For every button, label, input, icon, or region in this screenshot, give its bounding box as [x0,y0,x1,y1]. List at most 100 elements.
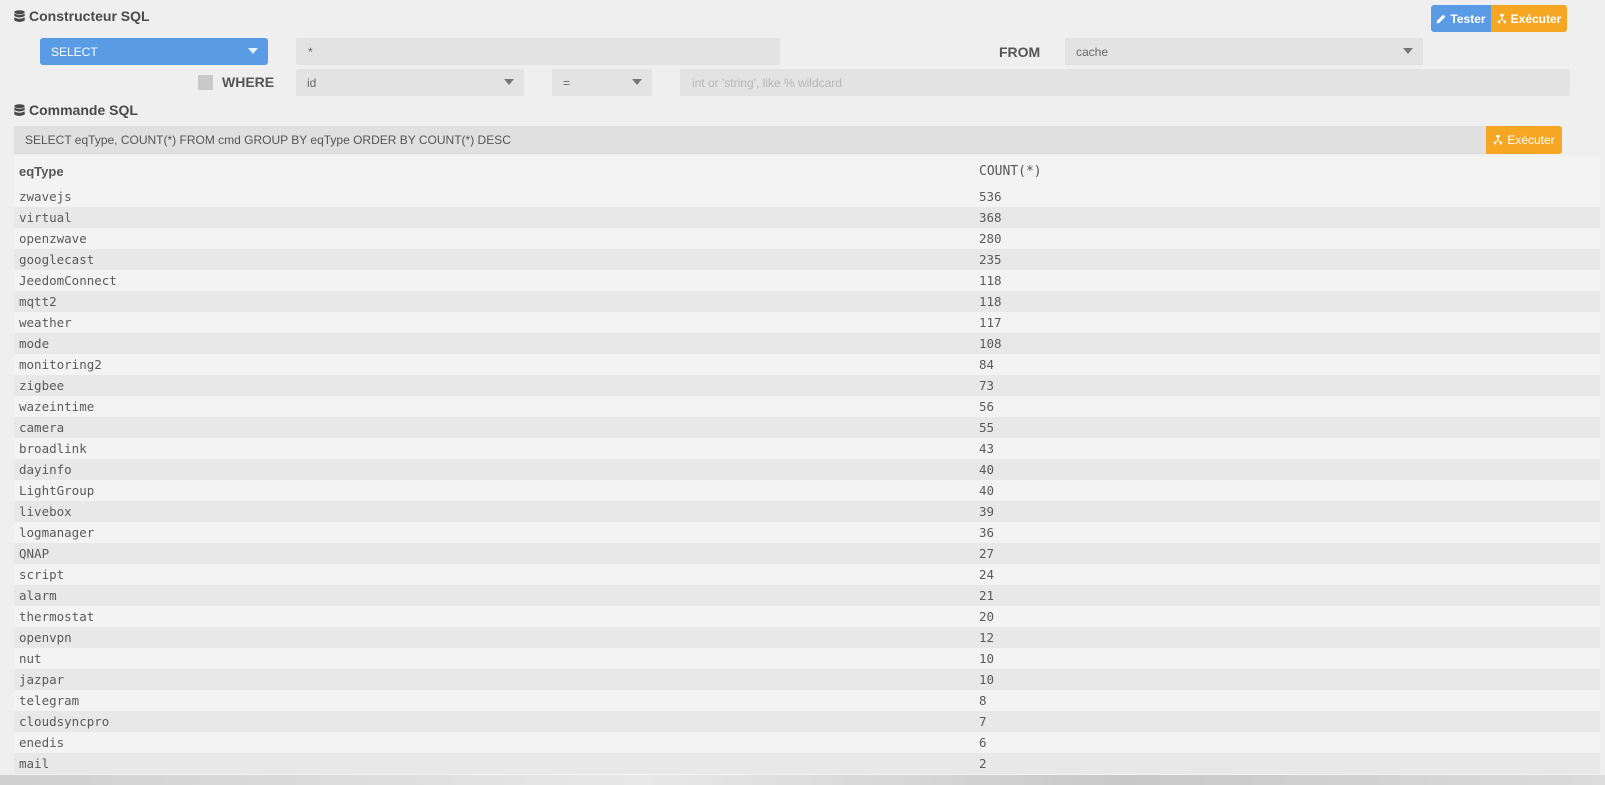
columns-input[interactable]: * [296,38,780,65]
cell-eqtype: jazpar [19,672,65,687]
column-header-eqtype: eqType [19,163,64,179]
cell-eqtype: monitoring2 [19,357,102,372]
cell-count: 73 [979,378,995,393]
table-row: openvpn 12 [14,627,1600,648]
cell-eqtype: telegram [19,693,80,708]
cell-eqtype: JeedomConnect [19,273,117,288]
chevron-down-icon [632,79,642,85]
table-row: logmanager 36 [14,522,1600,543]
cell-eqtype: virtual [19,210,72,225]
cell-eqtype: logmanager [19,525,95,540]
database-icon [14,103,25,117]
cell-count: 40 [979,462,995,477]
from-table-select[interactable]: cache [1065,38,1423,65]
table-row: dayinfo 40 [14,459,1600,480]
table-row: zigbee 73 [14,375,1600,396]
cell-count: 2 [979,756,987,771]
cell-eqtype: openzwave [19,231,87,246]
cell-count: 118 [979,294,1002,309]
cell-count: 24 [979,567,995,582]
where-operator-select[interactable]: = [552,69,652,96]
cell-count: 36 [979,525,995,540]
table-row: thermostat 20 [14,606,1600,627]
table-row: mqtt2 118 [14,291,1600,312]
table-body: zwavejs 536 virtual 368 openzwave 280 googleca… [14,186,1600,774]
table-row: alarm 21 [14,585,1600,606]
table-row: googlecast 235 [14,249,1600,270]
cell-count: 43 [979,441,995,456]
cell-eqtype: openvpn [19,630,72,645]
table-header: eqType COUNT(*) [14,156,1600,186]
cell-eqtype: dayinfo [19,462,72,477]
cell-eqtype: QNAP [19,546,50,561]
table-row: mode 108 [14,333,1600,354]
cell-count: 84 [979,357,995,372]
table-row: broadlink 43 [14,438,1600,459]
table-row: monitoring2 84 [14,354,1600,375]
tester-button[interactable]: Tester [1431,5,1491,32]
results-table: eqType COUNT(*) zwavejs 536 virtual 368 open… [14,156,1600,775]
table-row: livebox 39 [14,501,1600,522]
table-row: LightGroup 40 [14,480,1600,501]
where-field-select[interactable]: id [296,69,524,96]
execute-builder-button[interactable]: Exécuter [1491,5,1567,32]
database-icon [14,9,25,23]
pencil-icon [1437,14,1446,23]
column-header-count: COUNT(*) [979,163,1042,179]
cell-eqtype: mqtt2 [19,294,57,309]
sql-command-input[interactable]: SELECT eqType, COUNT(*) FROM cmd GROUP B… [14,126,1522,154]
table-row: enedis 6 [14,732,1600,753]
cell-eqtype: wazeintime [19,399,95,414]
cell-count: 536 [979,189,1002,204]
cell-count: 12 [979,630,995,645]
table-row: nut 10 [14,648,1600,669]
cell-eqtype: alarm [19,588,57,603]
cell-count: 56 [979,399,995,414]
table-row: camera 55 [14,417,1600,438]
table-row: telegram 8 [14,690,1600,711]
cell-count: 368 [979,210,1002,225]
where-checkbox[interactable] [198,75,213,90]
cell-count: 235 [979,252,1002,267]
builder-title-text: Constructeur SQL [29,8,150,24]
table-row: openzwave 280 [14,228,1600,249]
radiation-icon [1497,13,1507,24]
cell-count: 10 [979,672,995,687]
cell-eqtype: zwavejs [19,189,72,204]
table-row: mail 2 [14,753,1600,774]
from-label: FROM [999,44,1041,60]
table-row: wazeintime 56 [14,396,1600,417]
cell-count: 280 [979,231,1002,246]
cell-count: 108 [979,336,1002,351]
cell-count: 40 [979,483,995,498]
table-row: zwavejs 536 [14,186,1600,207]
cell-eqtype: cloudsyncpro [19,714,110,729]
cell-eqtype: broadlink [19,441,87,456]
chevron-down-icon [1403,48,1413,54]
cell-eqtype: nut [19,651,42,666]
table-row: weather 117 [14,312,1600,333]
cell-count: 6 [979,735,987,750]
where-label: WHERE [222,74,275,90]
table-row: virtual 368 [14,207,1600,228]
cell-count: 7 [979,714,987,729]
cell-count: 27 [979,546,995,561]
cell-eqtype: mode [19,336,50,351]
statement-select[interactable]: SELECT [40,38,268,65]
cell-count: 118 [979,273,1002,288]
sql-panel: Constructeur SQL Tester Exécuter SELECT … [0,0,1605,775]
cell-eqtype: weather [19,315,72,330]
where-value-input[interactable]: int or 'string', like % wildcard [680,69,1570,96]
cell-eqtype: script [19,567,65,582]
cell-count: 117 [979,315,1002,330]
chevron-down-icon [248,48,258,54]
cell-eqtype: livebox [19,504,72,519]
table-row: JeedomConnect 118 [14,270,1600,291]
table-row: script 24 [14,564,1600,585]
cell-count: 39 [979,504,995,519]
command-title-text: Commande SQL [29,102,138,118]
execute-command-button[interactable]: Exécuter [1486,126,1562,154]
cell-eqtype: mail [19,756,50,771]
radiation-icon [1493,135,1503,145]
cell-count: 55 [979,420,995,435]
